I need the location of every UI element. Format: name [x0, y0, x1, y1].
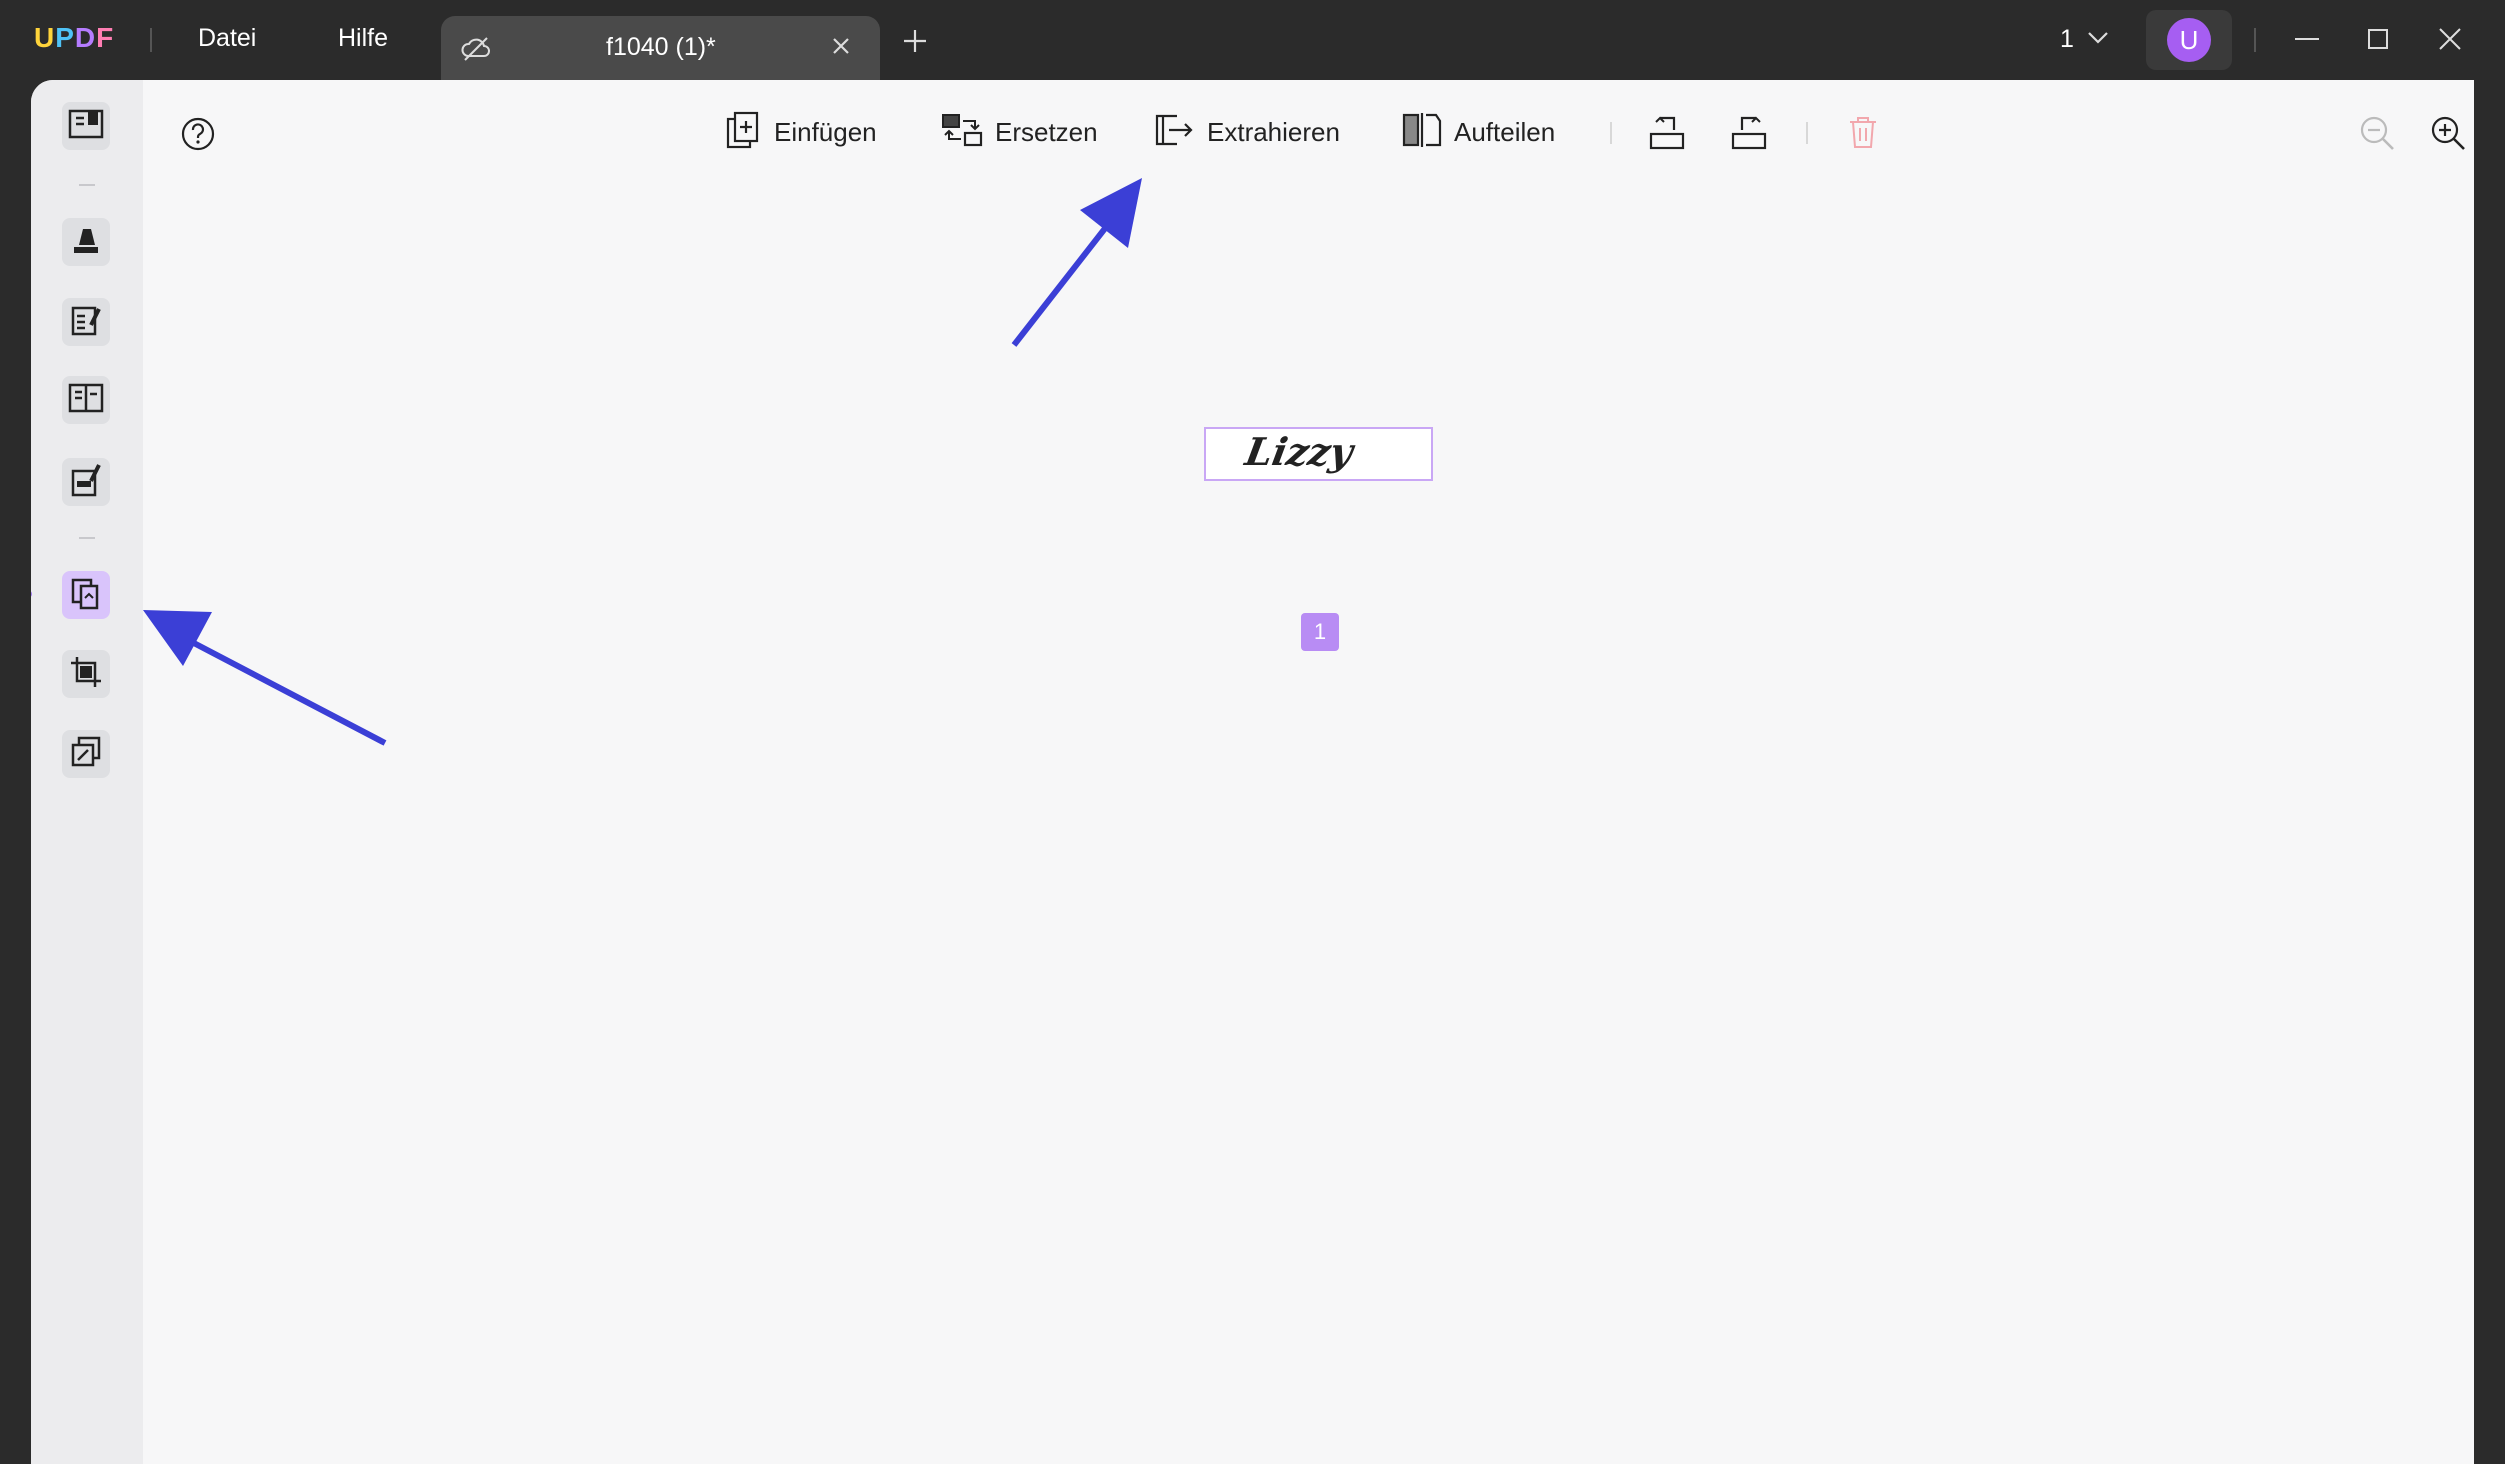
sidebar-divider — [79, 184, 95, 186]
help-icon[interactable] — [180, 116, 216, 157]
crop-icon — [69, 655, 103, 694]
minimize-icon[interactable] — [2292, 24, 2322, 59]
replace-button[interactable]: Ersetzen — [941, 110, 1098, 154]
title-bar: UPDF Datei Hilfe f1040 (1)* 1 U — [0, 0, 2505, 80]
menu-file[interactable]: Datei — [198, 24, 256, 53]
main-window: Einfügen Ersetzen Extrahieren Aufteilen — [31, 80, 2474, 1464]
logo-letter-u: U — [34, 22, 56, 53]
replace-page-icon — [941, 111, 983, 154]
split-button[interactable]: Aufteilen — [1402, 110, 1555, 154]
toolbar-divider-2 — [1806, 122, 1808, 144]
layers-icon — [69, 735, 103, 774]
edit-document-icon — [69, 303, 103, 342]
insert-button[interactable]: Einfügen — [726, 110, 877, 154]
highlighter-icon — [69, 223, 103, 262]
logo-letter-d: D — [74, 22, 97, 53]
organize-pages-icon — [69, 576, 103, 615]
maximize-icon[interactable] — [2363, 24, 2393, 59]
organize-pages-button[interactable] — [62, 571, 110, 619]
split-label: Aufteilen — [1454, 116, 1556, 147]
title-divider — [150, 28, 152, 52]
insert-label: Einfügen — [774, 116, 877, 147]
document-tab[interactable]: f1040 (1)* — [441, 16, 880, 80]
fill-sign-icon — [69, 463, 103, 502]
sign-tool-button[interactable] — [62, 458, 110, 506]
logo-letter-f: F — [96, 22, 115, 53]
left-tool-sidebar — [31, 80, 143, 1464]
rotate-left-icon[interactable] — [1648, 114, 1686, 157]
cloud-off-icon — [461, 34, 491, 67]
new-tab-plus-icon[interactable] — [902, 28, 928, 59]
organize-toolbar: Einfügen Ersetzen Extrahieren Aufteilen — [143, 80, 2474, 180]
trash-icon[interactable] — [1846, 114, 1880, 155]
replace-label: Ersetzen — [995, 116, 1098, 147]
sidebar-active-indicator — [31, 590, 32, 598]
avatar: U — [2167, 18, 2211, 62]
logo-letter-p: P — [55, 22, 75, 53]
updf-logo: UPDF — [34, 22, 114, 54]
title-divider-right — [2254, 28, 2256, 52]
extract-button[interactable]: Extrahieren — [1153, 110, 1340, 154]
page-selector-value[interactable]: 1 — [2060, 25, 2074, 54]
extract-label: Extrahieren — [1207, 116, 1340, 147]
rotate-right-icon[interactable] — [1730, 114, 1768, 157]
page-tools-button[interactable] — [62, 730, 110, 778]
user-account-button[interactable]: U — [2146, 10, 2232, 70]
sidebar-divider-2 — [79, 537, 95, 539]
close-tab-icon[interactable] — [829, 34, 853, 63]
page-thumbnail[interactable]: Lizzy — [1204, 427, 1433, 481]
close-window-icon[interactable] — [2435, 24, 2465, 59]
reader-mode-button[interactable] — [62, 102, 110, 150]
zoom-out-icon[interactable] — [2358, 114, 2396, 157]
signature-text: Lizzy — [1242, 429, 1357, 474]
menu-help[interactable]: Hilfe — [338, 24, 388, 53]
tab-title: f1040 (1)* — [606, 33, 716, 61]
form-tool-button[interactable] — [62, 376, 110, 424]
insert-page-icon — [726, 111, 762, 154]
toolbar-divider — [1610, 122, 1612, 144]
form-icon — [68, 382, 104, 419]
chevron-down-icon[interactable] — [2086, 30, 2110, 51]
page-number-badge: 1 — [1301, 613, 1339, 651]
comment-tool-button[interactable] — [62, 218, 110, 266]
extract-page-icon — [1153, 112, 1195, 153]
book-icon — [68, 108, 104, 145]
split-document-icon — [1402, 111, 1442, 154]
zoom-in-icon[interactable] — [2429, 114, 2467, 157]
edit-pdf-button[interactable] — [62, 298, 110, 346]
crop-tool-button[interactable] — [62, 650, 110, 698]
